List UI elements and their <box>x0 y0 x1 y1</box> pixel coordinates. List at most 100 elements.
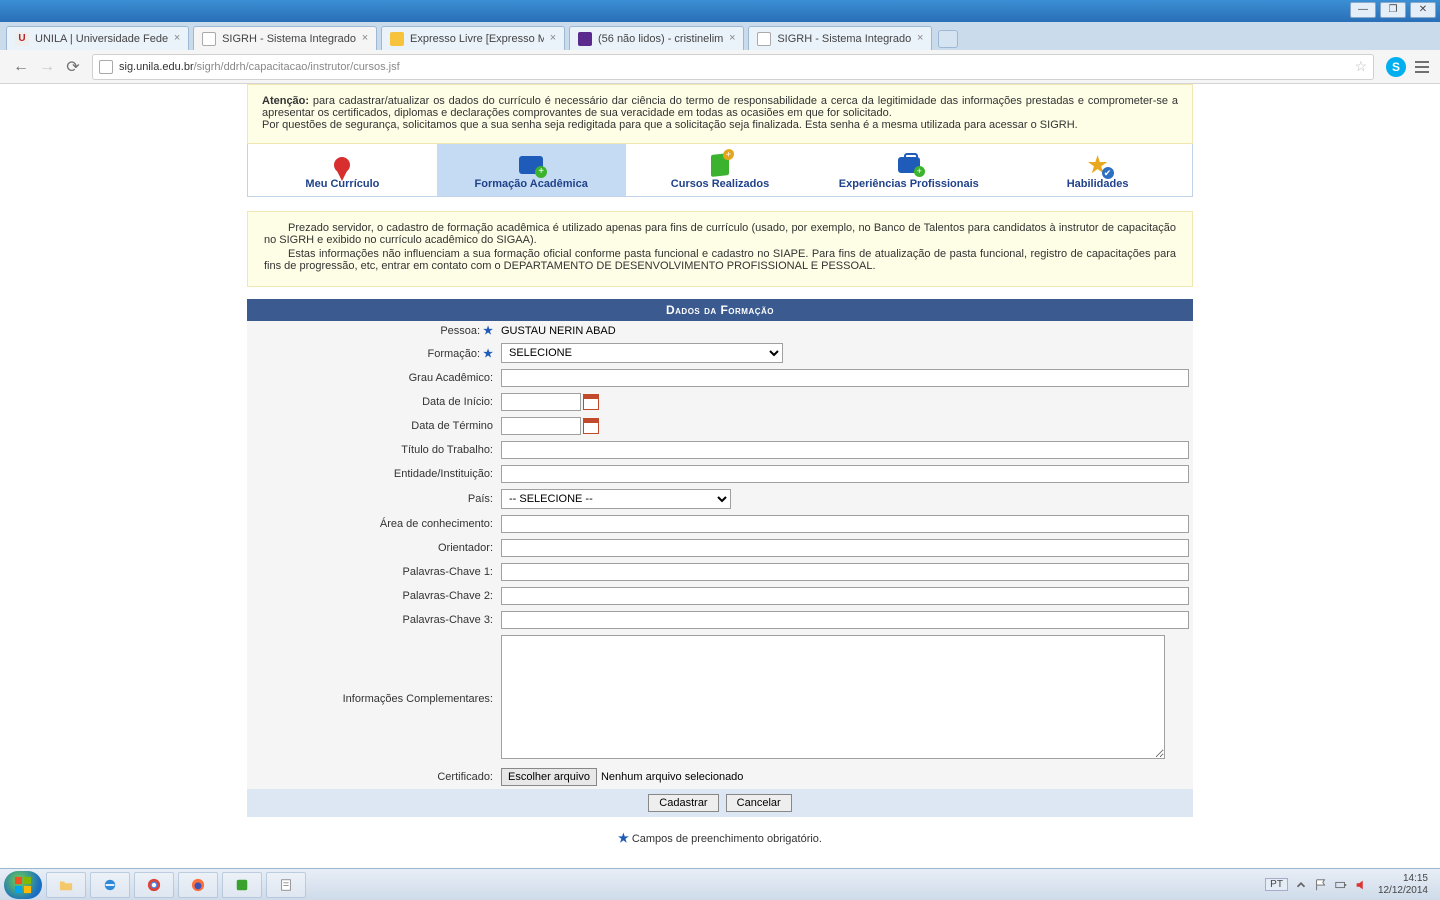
os-close-button[interactable]: ✕ <box>1410 2 1436 18</box>
tab-cursos-realizados[interactable]: Cursos Realizados <box>626 144 815 196</box>
tab-close-icon[interactable]: × <box>546 31 560 45</box>
tab-title: Expresso Livre [Expresso M <box>410 33 544 45</box>
nav-back-icon[interactable]: ← <box>10 56 32 78</box>
folder-icon <box>59 878 73 892</box>
os-minimize-button[interactable]: — <box>1350 2 1376 18</box>
start-button[interactable] <box>4 871 42 899</box>
input-entidade[interactable] <box>501 465 1189 483</box>
nav-forward-icon[interactable]: → <box>36 56 58 78</box>
input-orientador[interactable] <box>501 539 1189 557</box>
label-info-compl: Informações Complementares: <box>247 632 497 765</box>
tab-close-icon[interactable]: × <box>358 31 372 45</box>
required-fields-note: ★ Campos de preenchimento obrigatório. <box>247 817 1193 868</box>
tab-title: SIGRH - Sistema Integrado <box>222 33 356 45</box>
browser-tab-unila[interactable]: U UNILA | Universidade Fede × <box>6 26 189 50</box>
calendar-icon[interactable] <box>583 418 599 434</box>
taskbar-ie[interactable] <box>90 872 130 898</box>
os-maximize-button[interactable]: ❐ <box>1380 2 1406 18</box>
taskbar-explorer[interactable] <box>46 872 86 898</box>
skype-extension-icon[interactable]: S <box>1386 57 1406 77</box>
label-formacao: Formação: <box>427 348 480 360</box>
taskbar-chrome[interactable] <box>134 872 174 898</box>
required-star-icon: ★ <box>483 325 493 337</box>
input-palavras-chave-1[interactable] <box>501 563 1189 581</box>
tab-title: UNILA | Universidade Fede <box>35 33 168 45</box>
page-viewport[interactable]: Atenção: para cadastrar/atualizar os dad… <box>0 84 1440 868</box>
tab-title: SIGRH - Sistema Integrado <box>777 33 911 45</box>
input-data-inicio[interactable] <box>501 393 581 411</box>
taskbar-app1[interactable] <box>222 872 262 898</box>
language-indicator[interactable]: PT <box>1265 878 1288 891</box>
chrome-menu-icon[interactable] <box>1412 57 1432 77</box>
required-star-icon: ★ <box>618 831 629 845</box>
browser-toolbar: ← → ⟳ sig.unila.edu.br/sigrh/ddrh/capaci… <box>0 50 1440 84</box>
notice-line1: para cadastrar/atualizar os dados do cur… <box>262 95 1178 119</box>
tab-close-icon[interactable]: × <box>913 31 927 45</box>
tab-experiencias[interactable]: Experiências Profissionais <box>814 144 1003 196</box>
select-pais[interactable]: -- SELECIONE -- <box>501 489 731 509</box>
cadastrar-button[interactable]: Cadastrar <box>648 794 718 812</box>
tab-close-icon[interactable]: × <box>170 31 184 45</box>
input-data-termino[interactable] <box>501 417 581 435</box>
favicon-doc <box>757 32 771 46</box>
calendar-icon[interactable] <box>583 394 599 410</box>
input-area-conhecimento[interactable] <box>501 515 1189 533</box>
select-formacao[interactable]: SELECIONE <box>501 343 783 363</box>
form-action-bar: Cadastrar Cancelar <box>247 789 1193 817</box>
battery-icon[interactable] <box>1334 878 1348 892</box>
label-area: Área de conhecimento: <box>247 512 497 536</box>
textarea-info-complementares[interactable] <box>501 635 1165 759</box>
favicon-mail <box>578 32 592 46</box>
taskbar-clock[interactable]: 14:15 12/12/2014 <box>1374 873 1436 897</box>
taskbar-app2[interactable] <box>266 872 306 898</box>
browser-tab-sigrh-active[interactable]: SIGRH - Sistema Integrado × <box>193 26 377 50</box>
page-icon <box>99 60 113 74</box>
nav-reload-icon[interactable]: ⟳ <box>62 56 84 78</box>
input-grau-academico[interactable] <box>501 369 1189 387</box>
new-tab-button[interactable] <box>938 30 958 48</box>
label-entidade: Entidade/Instituição: <box>247 462 497 486</box>
info-p1: Prezado servidor, o cadastro de formação… <box>264 222 1176 246</box>
url-path: /sigrh/ddrh/capacitacao/instrutor/cursos… <box>194 61 400 73</box>
browser-tab-mail[interactable]: (56 não lidos) - cristinelim × <box>569 26 744 50</box>
url-host: sig.unila.edu.br <box>119 61 194 73</box>
taskbar-firefox[interactable] <box>178 872 218 898</box>
briefcase-plus-icon <box>898 157 920 173</box>
info-p2: Estas informações não influenciam a sua … <box>264 248 1176 272</box>
label-grau: Grau Acadêmico: <box>247 366 497 390</box>
os-taskbar: PT 14:15 12/12/2014 <box>0 868 1440 900</box>
clock-time: 14:15 <box>1378 873 1428 885</box>
file-choose-button[interactable]: Escolher arquivo <box>501 768 597 786</box>
label-pessoa: Pessoa: <box>440 325 480 337</box>
favicon-doc <box>202 32 216 46</box>
tab-label: Cursos Realizados <box>630 178 811 190</box>
flag-icon[interactable] <box>1314 878 1328 892</box>
tab-meu-curriculo[interactable]: Meu Currículo <box>248 144 437 196</box>
tab-formacao-academica[interactable]: Formação Acadêmica <box>437 144 626 196</box>
tab-habilidades[interactable]: Habilidades <box>1003 144 1192 196</box>
tab-label: Formação Acadêmica <box>441 178 622 190</box>
tab-close-icon[interactable]: × <box>725 31 739 45</box>
course-plus-icon <box>711 153 729 177</box>
curriculum-nav-tabs: Meu Currículo Formação Acadêmica Cursos … <box>247 144 1193 197</box>
browser-tab-expresso[interactable]: Expresso Livre [Expresso M × <box>381 26 565 50</box>
value-pessoa: GUSTAU NERIN ABAD <box>501 325 616 337</box>
tab-label: Habilidades <box>1007 178 1188 190</box>
label-certificado: Certificado: <box>247 765 497 789</box>
notice-strong: Atenção: <box>262 95 309 107</box>
bookmark-star-icon[interactable]: ☆ <box>1354 58 1367 75</box>
cancelar-button[interactable]: Cancelar <box>726 794 792 812</box>
volume-icon[interactable] <box>1354 878 1368 892</box>
required-star-icon: ★ <box>483 348 493 360</box>
browser-tab-sigrh2[interactable]: SIGRH - Sistema Integrado × <box>748 26 932 50</box>
label-pc3: Palavras-Chave 3: <box>247 608 497 632</box>
label-orientador: Orientador: <box>247 536 497 560</box>
windows-logo-icon <box>14 876 32 894</box>
tray-up-icon[interactable] <box>1294 878 1308 892</box>
input-titulo-trabalho[interactable] <box>501 441 1189 459</box>
input-palavras-chave-3[interactable] <box>501 611 1189 629</box>
input-palavras-chave-2[interactable] <box>501 587 1189 605</box>
doc-app-icon <box>279 878 293 892</box>
favicon-unila: U <box>15 32 29 46</box>
omnibox[interactable]: sig.unila.edu.br/sigrh/ddrh/capacitacao/… <box>92 54 1374 80</box>
